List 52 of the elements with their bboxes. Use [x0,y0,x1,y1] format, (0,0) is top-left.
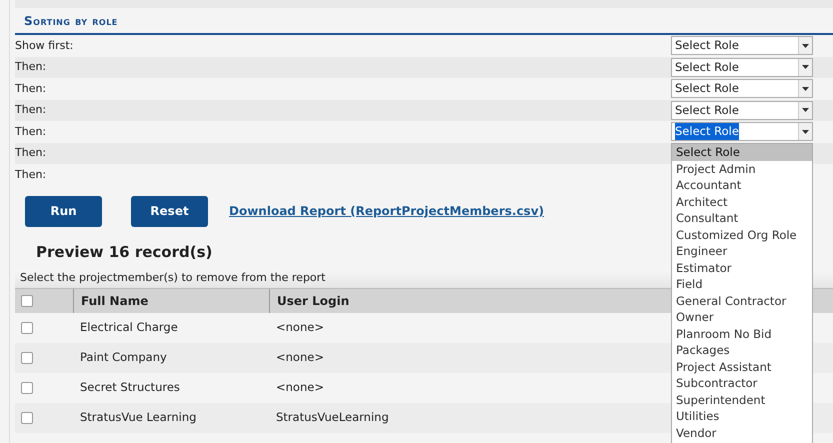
row-checkbox[interactable] [21,322,33,334]
dropdown-option[interactable]: Vendor [672,424,812,441]
sort-label: Then: [15,102,46,118]
column-header: User Login [276,293,350,310]
column-header: Full Name [80,293,148,310]
dropdown-option[interactable]: Architect [672,194,812,210]
dropdown-option[interactable]: Superintendent [672,392,812,408]
action-button[interactable]: Reset [131,196,208,226]
dropdown-option[interactable]: Customized Org Role [672,226,812,243]
role-select[interactable]: Select Role [671,36,813,56]
sort-label: Then: [15,59,46,75]
row-checkbox[interactable] [21,412,33,424]
caret-icon [802,65,809,70]
table-cell-text: <none> [275,320,324,334]
role-select[interactable]: Select Role [671,58,813,77]
table-cell-text: StratusVueLearning [275,410,389,424]
row-checkbox[interactable] [21,382,33,394]
sort-label: Then: [15,124,46,140]
dropdown-option[interactable]: Project Admin [672,160,812,177]
caret-icon [802,130,809,134]
caret-icon [802,44,809,48]
action-button[interactable]: Run [25,196,102,226]
dropdown-option[interactable]: Planroom No Bid Packages [672,326,812,358]
sort-label: Then: [15,80,46,96]
table-cell-text: Paint Company [79,350,167,364]
select-all-checkbox[interactable] [21,295,33,307]
sort-label: Then: [15,145,46,161]
caret-icon [802,108,809,112]
dropdown-option[interactable]: Subcontractor [672,375,812,392]
sort-label: Show first: [15,38,74,54]
role-select[interactable]: Select Role [671,79,813,98]
sort-label: Then: [15,166,46,182]
section-title: Sorting by role [24,13,118,30]
dropdown-option[interactable]: Owner [672,309,812,326]
table-cell-text: <none> [275,380,324,394]
table-cell-text: Electrical Charge [79,320,178,334]
dropdown-option[interactable]: Project Assistant [672,358,812,375]
dropdown-option[interactable]: Select Role [672,144,812,160]
table-cell-text: <none> [275,350,324,364]
dropdown-option[interactable]: Accountant [672,177,812,194]
role-select[interactable]: Select Role [671,100,813,120]
table-cell-text: StratusVue Learning [79,410,196,424]
download-link[interactable]: Download Report (ReportProjectMembers.csv) [229,202,544,220]
row-checkbox[interactable] [21,352,33,364]
table-cell-text: Secret Structures [79,380,180,394]
role-select[interactable]: Select Role [671,122,813,142]
dropdown-option[interactable]: General Contractor [672,292,812,309]
caret-icon [802,86,809,91]
dropdown-option[interactable]: Engineer [672,243,812,260]
dropdown-option[interactable]: Utilities [672,408,812,424]
dropdown-option[interactable]: Consultant [672,210,812,226]
preview-title: Preview 16 record(s) [36,242,212,262]
